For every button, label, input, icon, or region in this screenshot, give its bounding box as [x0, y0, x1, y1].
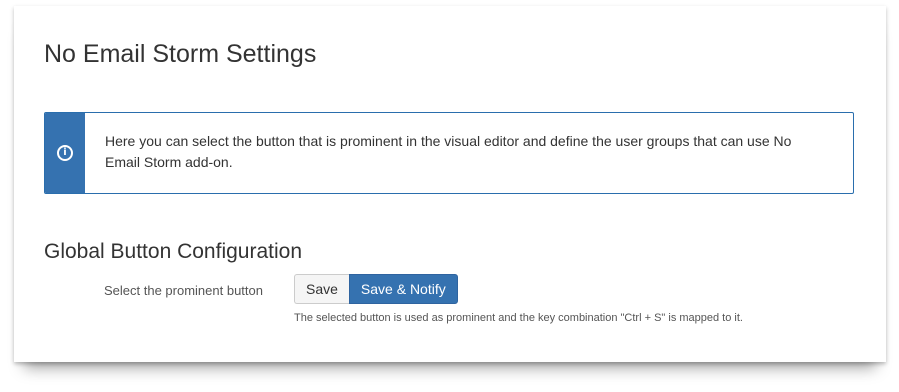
prominent-button-toggle: Save Save & Notify — [294, 274, 458, 304]
page-title: No Email Storm Settings — [44, 40, 317, 68]
info-message: i Here you can select the button that is… — [44, 112, 854, 194]
settings-card: No Email Storm Settings i Here you can s… — [14, 6, 886, 362]
info-message-text: Here you can select the button that is p… — [105, 133, 792, 170]
section-title-global-button-configuration: Global Button Configuration — [44, 240, 302, 263]
prominent-button-help-text: The selected button is used as prominent… — [294, 312, 743, 324]
save-option-button[interactable]: Save — [294, 274, 349, 304]
prominent-button-label: Select the prominent button — [104, 283, 263, 298]
info-icon: i — [57, 145, 73, 161]
save-and-notify-option-button[interactable]: Save & Notify — [348, 274, 458, 304]
info-icon-column: i — [45, 113, 85, 193]
